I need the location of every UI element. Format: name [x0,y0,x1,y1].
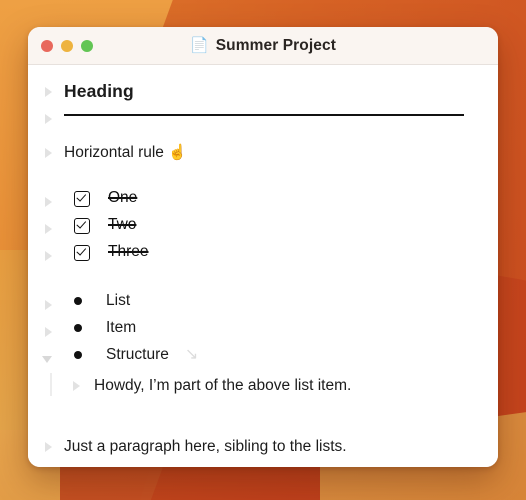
close-button[interactable] [41,39,53,52]
block-row-todo[interactable]: Two [28,216,498,243]
block-content[interactable]: Heading [56,79,498,102]
block-content[interactable]: List [56,292,498,310]
zoom-button[interactable] [81,39,93,52]
disclosure-triangle-icon[interactable] [42,299,56,311]
window-titlebar[interactable]: 📄 Summer Project [28,27,498,65]
horizontal-rule [64,114,464,116]
disclosure-triangle-icon[interactable] [42,147,56,159]
block-row-todo[interactable]: Three [28,243,498,270]
block-row-horizontal-rule[interactable] [28,106,498,128]
block-row-child-paragraph[interactable]: Howdy, I’m part of the above list item. [28,373,498,400]
heading-text: Heading [64,81,134,101]
block-row-paragraph[interactable]: Horizontal rule ☝️ [28,140,498,167]
block-row-heading[interactable]: Heading [28,79,498,106]
window-title-group: 📄 Summer Project [28,27,498,64]
todo-label: Three [108,243,149,260]
index-pointing-up-icon: ☝️ [168,144,187,161]
todo-label: Two [108,216,137,233]
block-content[interactable] [56,106,498,116]
bullet-icon [74,351,82,359]
todo-label: One [108,189,138,206]
block-row-bullet-structure[interactable]: Structure ↘ [28,346,498,373]
app-window: 📄 Summer Project Heading Horizontal rule [28,27,498,467]
minimize-button[interactable] [61,39,73,52]
block-row-paragraph-final[interactable]: Just a paragraph here, sibling to the li… [28,434,498,461]
todo-checkbox[interactable] [74,244,90,261]
disclosure-triangle-icon[interactable] [42,113,56,125]
traffic-lights [28,39,93,52]
disclosure-triangle-icon[interactable] [42,86,56,98]
bullet-label: List [106,292,131,309]
child-paragraph-text: Howdy, I’m part of the above list item. [94,377,352,394]
paragraph-text: Horizontal rule ☝️ [64,140,482,164]
bullet-label: Item [106,319,137,336]
todo-checkbox[interactable] [74,190,90,207]
window-title: Summer Project [215,36,336,54]
bullet-label: Structure [106,346,169,363]
page-facing-up-icon: 📄 [190,37,209,54]
block-content[interactable]: Three [56,243,498,261]
block-content[interactable]: One [56,189,498,207]
disclosure-triangle-icon[interactable] [42,353,56,365]
block-content[interactable]: Horizontal rule ☝️ [56,140,498,164]
bullet-icon [74,324,82,332]
indent-guide [50,373,52,396]
paragraph-text: Just a paragraph here, sibling to the li… [64,438,347,455]
block-row-bullet[interactable]: Item [28,319,498,346]
block-content[interactable]: Item [56,319,498,337]
paragraph-label: Horizontal rule [64,144,164,161]
block-row-todo[interactable]: One [28,189,498,216]
block-content[interactable]: Just a paragraph here, sibling to the li… [56,434,498,458]
block-content[interactable]: Structure ↘ [56,346,498,364]
disclosure-triangle-icon[interactable] [42,196,56,208]
document-body[interactable]: Heading Horizontal rule ☝️ One Two Three… [28,65,498,467]
disclosure-triangle-icon[interactable] [70,380,84,392]
block-content[interactable]: Howdy, I’m part of the above list item. [84,373,498,397]
disclosure-triangle-icon[interactable] [42,223,56,235]
bullet-icon [74,297,82,305]
block-content[interactable]: Two [56,216,498,234]
block-row-bullet[interactable]: List [28,292,498,319]
disclosure-triangle-icon[interactable] [42,441,56,453]
todo-checkbox[interactable] [74,217,90,234]
disclosure-triangle-icon[interactable] [42,250,56,262]
arrow-down-right-icon: ↘ [184,346,199,363]
disclosure-triangle-icon[interactable] [42,326,56,338]
